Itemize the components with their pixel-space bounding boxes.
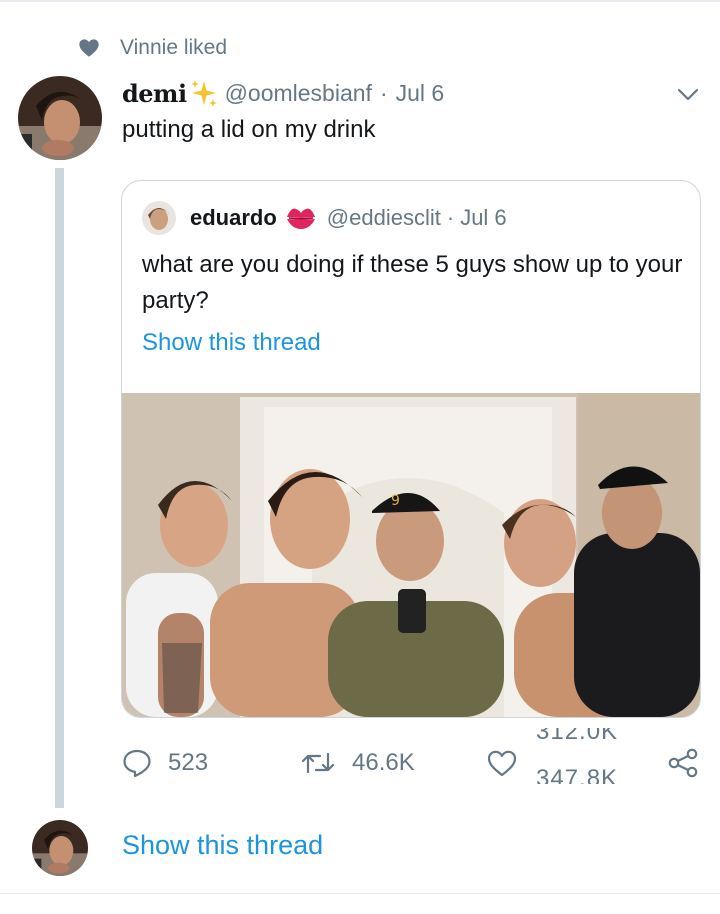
share-button[interactable] [666, 748, 700, 778]
show-thread-link[interactable]: Show this thread [122, 830, 323, 861]
heart-outline-icon [487, 750, 517, 777]
tweet-text: putting a lid on my drink [122, 116, 376, 143]
top-divider [0, 0, 720, 2]
quoted-tweet-photo[interactable]: 9 [122, 393, 700, 717]
share-icon [668, 748, 698, 778]
retweet-button[interactable]: 46.6K [300, 748, 415, 778]
like-button[interactable] [486, 748, 518, 778]
quoted-separator-dot: · [446, 205, 455, 230]
quoted-author-avatar [142, 201, 176, 235]
quoted-author-name: eduardo [190, 205, 277, 230]
reply-icon [123, 749, 151, 778]
quoted-tweet-text: what are you doing if these 5 guys show … [142, 251, 683, 314]
sparkles-icon [190, 80, 217, 107]
bottom-divider [0, 893, 720, 894]
quoted-tweet-date: Jul 6 [460, 205, 507, 230]
retweet-count: 46.6K [352, 749, 415, 776]
quoted-author-handle: @eddiesclit [326, 205, 441, 230]
kiss-mark-icon [286, 208, 315, 229]
separator-dot: · [379, 79, 388, 106]
quoted-show-thread-link[interactable]: Show this thread [142, 329, 321, 357]
author-avatar[interactable] [18, 76, 102, 160]
heart-icon [79, 39, 99, 57]
author-handle[interactable]: @oomlesbianf [225, 80, 372, 107]
tweet-header: demi @oomlesbianf · Jul 6 [122, 76, 444, 110]
social-context-label: Vinnie liked [120, 36, 228, 59]
chevron-down-icon[interactable] [674, 82, 702, 106]
thread-line [55, 168, 64, 808]
like-count-outgoing: 312.0K [536, 728, 619, 745]
like-count-incoming: 347.8K [536, 767, 619, 784]
svg-text:9: 9 [391, 493, 400, 509]
social-context: Vinnie liked [78, 33, 227, 63]
retweet-icon [301, 752, 335, 774]
quoted-tweet-card[interactable]: eduardo @eddiesclit · Jul 6 what are you… [121, 180, 701, 718]
thread-author-avatar [32, 820, 88, 876]
quoted-tweet-header: eduardo @eddiesclit · Jul 6 [142, 201, 507, 235]
author-name[interactable]: demi [122, 79, 187, 108]
reply-count: 523 [168, 749, 209, 776]
tweet-date[interactable]: Jul 6 [396, 80, 445, 107]
reply-button[interactable]: 523 [122, 748, 208, 778]
